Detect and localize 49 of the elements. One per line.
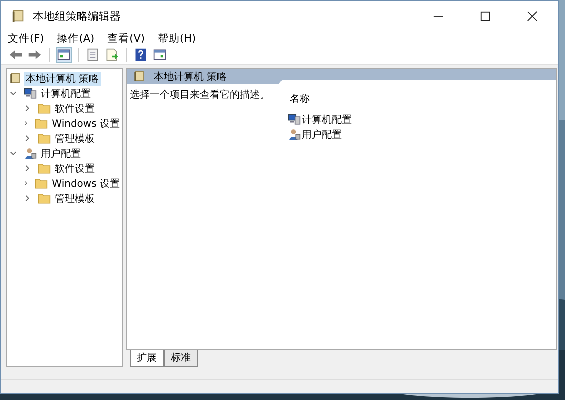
action-pane-icon[interactable] — [152, 47, 168, 63]
tab[interactable]: 扩展 — [130, 350, 164, 367]
header-title: 本地计算机 策略 — [154, 70, 228, 84]
column-header[interactable]: 名称 — [290, 94, 310, 105]
expand-chevron-icon[interactable] — [23, 104, 32, 113]
collapse-chevron-icon[interactable] — [9, 89, 18, 98]
computer-icon — [288, 113, 301, 126]
tree-item[interactable]: 管理模板 — [53, 132, 97, 146]
tree-item[interactable]: Windows 设置 — [50, 176, 122, 190]
expand-chevron-icon[interactable] — [23, 119, 30, 128]
tree-item[interactable]: 计算机配置 — [39, 86, 93, 100]
window-title: 本地组策略编辑器 — [33, 8, 121, 24]
scroll-icon — [11, 8, 26, 24]
expand-chevron-icon[interactable] — [23, 134, 32, 143]
user-icon — [24, 147, 37, 160]
scroll-icon — [133, 70, 146, 83]
export-list-icon[interactable] — [104, 47, 120, 63]
menu-item[interactable]: 操作(A) — [57, 32, 95, 46]
tree-item[interactable]: 管理模板 — [53, 192, 97, 206]
close-icon[interactable] — [527, 10, 538, 22]
tree-item[interactable]: 本地计算机 策略 — [24, 72, 102, 86]
folder-icon — [35, 117, 48, 130]
user-icon — [288, 128, 301, 141]
menu-item[interactable]: 查看(V) — [108, 32, 146, 46]
console-tree-icon[interactable] — [56, 47, 72, 63]
folder-icon — [38, 192, 51, 205]
tab[interactable]: 标准 — [164, 350, 198, 367]
tree-item[interactable]: 用户配置 — [39, 146, 83, 160]
collapse-chevron-icon[interactable] — [9, 149, 18, 158]
description-text: 选择一个项目来查看它的描述。 — [130, 90, 270, 101]
menu-item[interactable]: 文件(F) — [8, 32, 44, 46]
menu-item[interactable]: 帮助(H) — [158, 32, 196, 46]
folder-icon — [38, 132, 51, 145]
computer-icon — [24, 87, 37, 100]
expand-chevron-icon[interactable] — [23, 194, 32, 203]
expand-chevron-icon[interactable] — [23, 179, 30, 188]
folder-icon — [38, 162, 51, 175]
tree-item[interactable]: 软件设置 — [53, 102, 97, 116]
tree-item[interactable]: 软件设置 — [53, 162, 97, 176]
expand-chevron-icon[interactable] — [23, 164, 32, 173]
help-icon[interactable] — [133, 47, 149, 63]
properties-icon[interactable] — [85, 47, 101, 63]
maximize-icon[interactable] — [480, 10, 491, 22]
tree-item[interactable]: Windows 设置 — [50, 116, 122, 130]
list-item[interactable]: 计算机配置 — [302, 112, 352, 126]
list-item[interactable]: 用户配置 — [302, 128, 342, 142]
scroll-icon — [9, 72, 22, 85]
folder-icon — [38, 102, 51, 115]
folder-icon — [35, 177, 48, 190]
